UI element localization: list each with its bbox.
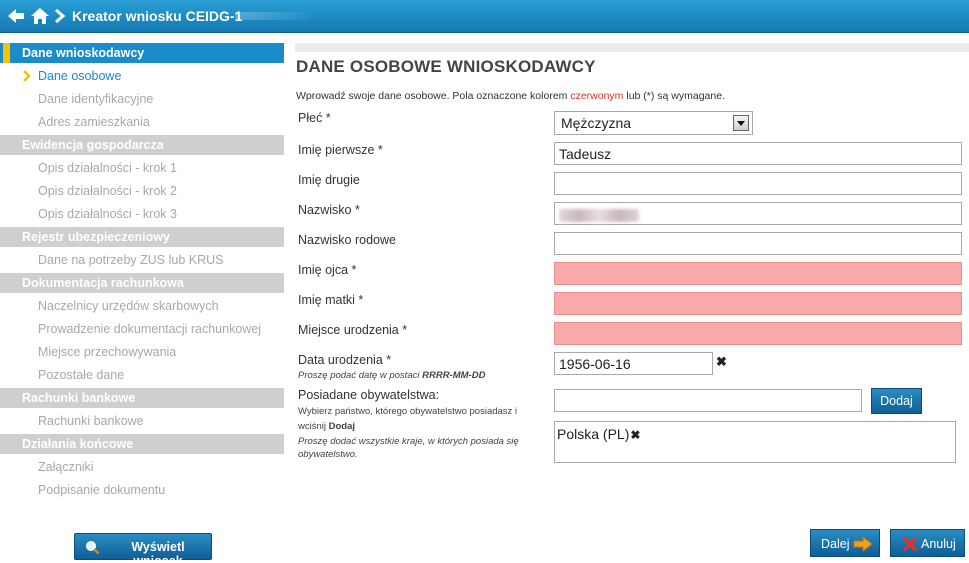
sidebar-item-zus-krus[interactable]: Dane na potrzeby ZUS lub KRUS [0,250,284,273]
dropdown-arrow-icon[interactable] [733,115,749,131]
add-citizenship-button[interactable]: Dodaj [871,388,922,414]
top-bar: Kreator wniosku CEIDG-1 [0,0,969,33]
sidebar-item-adres-zamieszkania[interactable]: Adres zamieszkania [0,112,284,135]
second-name-input[interactable] [554,172,962,195]
sidebar-item-prowadzenie-dokumentacji[interactable]: Prowadzenie dokumentacji rachunkowej [0,319,284,342]
preview-application-button[interactable]: Wyświetl wniosek [74,533,212,563]
father-name-input[interactable] [554,262,962,285]
sidebar-item-dane-identyfikacyjne[interactable]: Dane identyfikacyjne [0,89,284,112]
sidebar-item-miejsce-przechowywania[interactable]: Miejsce przechowywania [0,342,284,365]
cross-icon [902,536,918,555]
citizenship-note-button-word: Dodaj [328,421,356,432]
birth-date-label: Data urodzenia * [298,353,392,367]
sidebar-item-dane-osobowe[interactable]: Dane osobowe [0,66,284,89]
mother-name-input[interactable] [554,292,962,315]
citizenship-note-line2: wciśnij Dodaj [298,420,355,433]
next-button[interactable]: Dalej [810,529,880,557]
citizenship-entry: Polska (PL) [557,426,630,442]
birth-date-hint-text: Proszę podać datę w postaci [298,370,423,381]
birth-date-format: RRRR-MM-DD [422,370,486,381]
content-header-strip [295,43,969,52]
sidebar-item-rachunki-bankowe[interactable]: Rachunki bankowe [0,411,284,434]
citizenship-list: Polska (PL)✖ [554,421,956,463]
sidebar-section-ewidencja-gospodarcza[interactable]: Ewidencja gospodarcza [0,135,284,155]
birth-date-input[interactable]: 1956-06-16 [554,352,713,375]
sidebar-item-opis-krok-1[interactable]: Opis działalności - krok 1 [0,158,284,181]
birth-place-label: Miejsce urodzenia * [298,323,408,337]
intro-required-color-word: czerwonym [570,90,624,102]
sidebar-item-opis-krok-2[interactable]: Opis działalności - krok 2 [0,181,284,204]
family-name-input[interactable] [554,232,962,255]
citizenship-label: Posiadane obywatelstwa: [298,388,440,402]
first-name-label: Imię pierwsze * [298,143,383,157]
sidebar-item-label: Dane osobowe [38,69,122,83]
father-name-label: Imię ojca * [298,263,357,277]
sidebar-item-naczelnicy-us[interactable]: Naczelnicy urzędów skarbowych [0,296,284,319]
second-name-label: Imię drugie [298,173,360,187]
sex-select-value: Mężczyzna [561,115,632,131]
next-button-label: Dalej [821,537,850,551]
chevron-right-icon [22,70,32,85]
family-name-label: Nazwisko rodowe [298,233,396,247]
sidebar-item-podpisanie-dokumentu[interactable]: Podpisanie dokumentu [0,480,284,503]
remove-citizenship-icon[interactable]: ✖ [630,428,640,442]
sidebar-section-dane-wnioskodawcy[interactable]: Dane wnioskodawcy [0,43,284,63]
birth-date-hint: Proszę podać datę w postaci RRRR-MM-DD [298,369,485,382]
sex-select[interactable]: Mężczyzna [554,111,753,135]
magnifier-icon [85,540,100,558]
chevron-right-icon [54,8,66,26]
citizenship-note-line1: Wybierz państwo, którego obywatelstwo po… [298,406,518,417]
sex-label: Płeć * [298,111,331,125]
title-decoration [235,12,315,20]
sidebar-section-rejestr-ubezpieczeniowy[interactable]: Rejestr ubezpieczeniowy [0,227,284,247]
clear-date-icon[interactable]: ✖ [716,354,727,370]
sidebar-item-zalaczniki[interactable]: Załączniki [0,457,284,480]
sidebar: Dane wnioskodawcy Dane osobowe Dane iden… [0,43,284,503]
first-name-input[interactable]: Tadeusz [554,142,962,165]
cancel-button[interactable]: Anuluj [890,529,965,557]
page-title: DANE OSOBOWE WNIOSKODAWCY [296,57,596,76]
sidebar-item-opis-krok-3[interactable]: Opis działalności - krok 3 [0,204,284,227]
surname-input[interactable] [554,202,962,225]
citizenship-note-text: wciśnij [298,421,329,432]
intro-text-end: lub (*) są wymagane. [623,90,725,102]
citizenship-input[interactable] [554,389,862,412]
cancel-button-label: Anuluj [921,537,956,551]
intro-text-start: Wprowadź swoje dane osobowe. Pola oznacz… [296,90,571,102]
sidebar-section-dokumentacja-rachunkowa[interactable]: Dokumentacja rachunkowa [0,273,284,293]
sidebar-section-rachunki-bankowe[interactable]: Rachunki bankowe [0,388,284,408]
back-arrow-icon[interactable] [6,6,26,26]
home-icon[interactable] [30,6,50,26]
arrow-right-icon [853,535,873,555]
mother-name-label: Imię matki * [298,293,364,307]
birth-place-input[interactable] [554,322,962,345]
preview-button-label: Wyświetl wniosek [131,540,185,563]
redacted-surname [559,208,639,222]
sidebar-item-pozostale-dane[interactable]: Pozostałe dane [0,365,284,388]
app-title: Kreator wniosku CEIDG-1 [72,8,243,24]
surname-label: Nazwisko * [298,203,360,217]
citizenship-hint: Proszę dodać wszystkie kraje, w których … [298,436,519,460]
intro-text: Wprowadź swoje dane osobowe. Pola oznacz… [296,90,725,102]
sidebar-section-dzialania-koncowe[interactable]: Działania końcowe [0,434,284,454]
